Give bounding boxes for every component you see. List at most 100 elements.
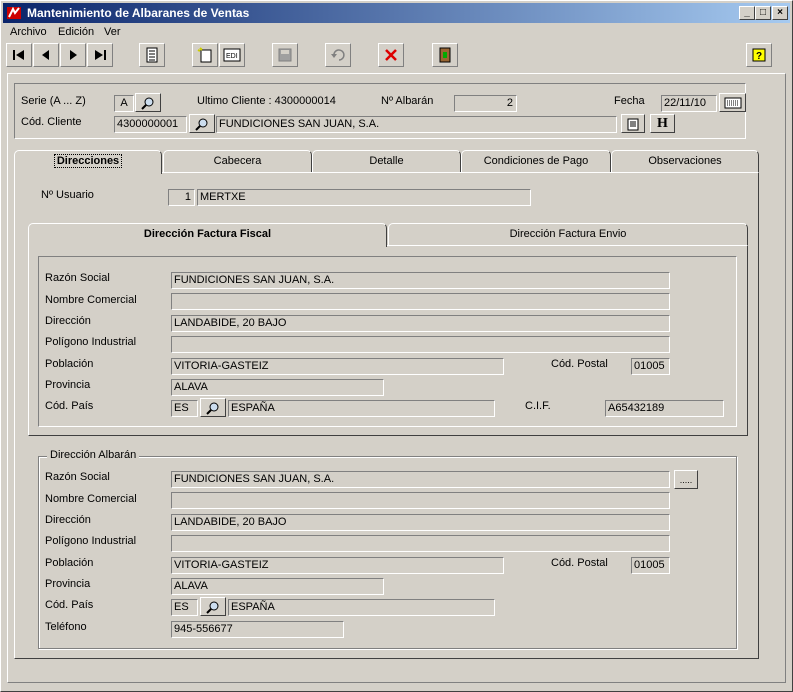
tab-observaciones[interactable]: Observaciones: [611, 150, 759, 172]
delete-button[interactable]: [378, 43, 404, 67]
serie-search-button[interactable]: [135, 93, 161, 112]
fecha-field[interactable]: 22/11/10: [661, 95, 717, 112]
help-button[interactable]: ?: [746, 43, 772, 67]
cliente-code-field[interactable]: 4300000001: [114, 116, 187, 133]
tab-cabecera[interactable]: Cabecera: [163, 150, 312, 172]
fiscal-nombre-label: Nombre Comercial: [45, 294, 137, 306]
albaran-razon-field[interactable]: FUNDICIONES SAN JUAN, S.A.: [171, 471, 670, 488]
main-window: Mantenimiento de Albaranes de Ventas _ □…: [0, 0, 793, 692]
undo-icon: [331, 49, 345, 61]
first-icon: [13, 50, 24, 60]
serie-label: Serie (A ... Z): [21, 95, 86, 107]
albaran-poblacion-label: Población: [45, 557, 94, 569]
tab-direcciones[interactable]: Direcciones: [14, 150, 162, 174]
previous-icon: [42, 50, 49, 60]
menu-edicion[interactable]: Edición: [58, 26, 94, 38]
search-icon: [206, 601, 219, 614]
fiscal-provincia-field[interactable]: ALAVA: [171, 379, 384, 396]
fiscal-nombre-field[interactable]: [171, 293, 670, 310]
minimize-button[interactable]: _: [739, 6, 755, 20]
albaran-label: Nº Albarán: [381, 95, 434, 107]
albaran-pais-code-field[interactable]: ES: [171, 599, 198, 616]
fiscal-poblacion-label: Población: [45, 358, 94, 370]
albaran-pais-search-button[interactable]: [200, 597, 226, 616]
albaran-field[interactable]: 2: [454, 95, 517, 112]
fiscal-razon-label: Razón Social: [45, 272, 110, 284]
fiscal-cp-field[interactable]: 01005: [631, 358, 670, 375]
albaran-poligono-field[interactable]: [171, 535, 670, 552]
help-icon: ?: [752, 48, 766, 62]
fiscal-cif-field[interactable]: A65432189: [605, 400, 724, 417]
first-record-button[interactable]: [6, 43, 32, 67]
notes-button[interactable]: [621, 114, 645, 133]
search-icon: [141, 97, 154, 110]
delete-icon: [385, 49, 397, 61]
tab-detalle[interactable]: Detalle: [312, 150, 461, 172]
previous-record-button[interactable]: [33, 43, 59, 67]
next-record-button[interactable]: [60, 43, 86, 67]
subtab-factura-fiscal[interactable]: Dirección Factura Fiscal: [28, 223, 387, 247]
fiscal-pais-code-field[interactable]: ES: [171, 400, 198, 417]
fiscal-razon-field[interactable]: FUNDICIONES SAN JUAN, S.A.: [171, 272, 670, 289]
exit-button[interactable]: [432, 43, 458, 67]
usuario-num-field[interactable]: 1: [168, 189, 195, 206]
app-icon: [7, 6, 21, 19]
albaran-poblacion-field[interactable]: VITORIA-GASTEIZ: [171, 557, 504, 574]
albaran-razon-label: Razón Social: [45, 471, 110, 483]
undo-button[interactable]: [325, 43, 351, 67]
albaran-more-button[interactable]: .....: [674, 470, 698, 489]
serie-field[interactable]: A: [114, 95, 134, 112]
last-icon: [95, 50, 106, 60]
next-icon: [70, 50, 77, 60]
window-title: Mantenimiento de Albaranes de Ventas: [27, 6, 250, 20]
subtab-factura-fiscal-label: Dirección Factura Fiscal: [143, 228, 272, 240]
close-window-button[interactable]: ×: [772, 6, 788, 20]
svg-text:EDI: EDI: [226, 53, 238, 60]
edit-button[interactable]: EDI: [219, 43, 245, 67]
fiscal-poblacion-field[interactable]: VITORIA-GASTEIZ: [171, 358, 504, 375]
list-button[interactable]: [139, 43, 165, 67]
albaran-group-legend: Dirección Albarán: [47, 449, 140, 461]
menu-archivo[interactable]: Archivo: [10, 26, 47, 38]
albaran-direccion-field[interactable]: LANDABIDE, 20 BAJO: [171, 514, 670, 531]
fiscal-pais-search-button[interactable]: [200, 398, 226, 417]
albaran-telefono-field[interactable]: 945-556677: [171, 621, 344, 638]
fiscal-poligono-field[interactable]: [171, 336, 670, 353]
new-record-button[interactable]: [192, 43, 218, 67]
albaran-cp-label: Cód. Postal: [551, 557, 608, 569]
subtab-factura-envio[interactable]: Dirección Factura Envio: [388, 223, 748, 245]
albaran-provincia-label: Provincia: [45, 578, 91, 590]
save-icon: [278, 48, 292, 62]
fiscal-pais-name-field[interactable]: ESPAÑA: [228, 400, 495, 417]
tab-direcciones-label: Direcciones: [53, 154, 123, 168]
fiscal-cif-label: C.I.F.: [525, 400, 551, 412]
calendar-button[interactable]: [719, 93, 746, 112]
albaran-poligono-label: Polígono Industrial: [45, 535, 137, 547]
albaran-pais-name-field[interactable]: ESPAÑA: [228, 599, 495, 616]
svg-text:?: ?: [756, 51, 762, 62]
cliente-search-button[interactable]: [189, 114, 215, 133]
fiscal-direccion-field[interactable]: LANDABIDE, 20 BAJO: [171, 315, 670, 332]
usuario-name-field[interactable]: MERTXE: [197, 189, 531, 206]
albaran-cp-field[interactable]: 01005: [631, 557, 670, 574]
albaran-provincia-field[interactable]: ALAVA: [171, 578, 384, 595]
search-icon: [195, 118, 208, 131]
albaran-nombre-label: Nombre Comercial: [45, 493, 137, 505]
edit-icon: EDI: [223, 48, 241, 62]
history-button[interactable]: H: [650, 114, 675, 133]
albaran-nombre-field[interactable]: [171, 492, 670, 509]
maximize-button[interactable]: □: [755, 6, 771, 20]
cliente-name-field[interactable]: FUNDICIONES SAN JUAN, S.A.: [216, 116, 617, 133]
calendar-icon: [724, 97, 741, 108]
exit-door-icon: [439, 47, 451, 63]
menu-ver[interactable]: Ver: [104, 26, 121, 38]
new-document-icon: [197, 47, 212, 63]
cliente-label: Cód. Cliente: [21, 116, 82, 128]
fiscal-pais-label: Cód. País: [45, 400, 94, 412]
title-bar: Mantenimiento de Albaranes de Ventas _ □…: [3, 3, 790, 23]
save-button[interactable]: [272, 43, 298, 67]
fiscal-direccion-label: Dirección: [45, 315, 91, 327]
tab-condiciones-pago[interactable]: Condiciones de Pago: [461, 150, 611, 172]
fiscal-cp-label: Cód. Postal: [551, 358, 608, 370]
last-record-button[interactable]: [87, 43, 113, 67]
